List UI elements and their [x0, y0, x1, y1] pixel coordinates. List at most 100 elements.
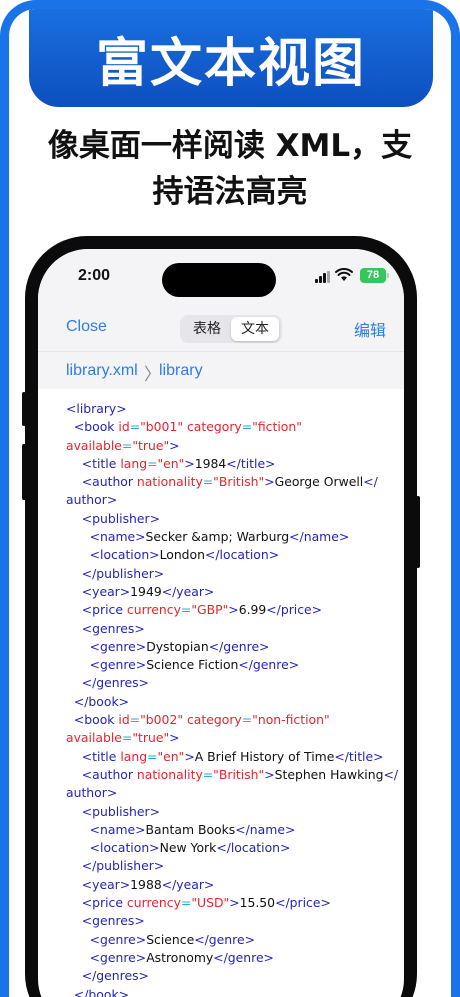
xml-tag: </year> — [161, 583, 215, 599]
breadcrumb-node[interactable]: library — [159, 362, 203, 380]
xml-attribute-name: currency — [126, 895, 181, 911]
xml-line: </book> — [66, 986, 396, 997]
xml-tag: > — [264, 766, 275, 782]
xml-line: </genres> — [66, 967, 396, 985]
xml-tag: <book — [66, 712, 119, 728]
xml-entity: &amp; — [191, 529, 233, 545]
xml-tag: > — [228, 602, 239, 618]
xml-line: </genres> — [66, 674, 396, 692]
xml-line: <price currency="GBP">6.99</price> — [66, 601, 396, 619]
xml-attribute-name: currency — [126, 602, 181, 618]
xml-attribute-name: category — [186, 712, 242, 728]
xml-tag: <genre> — [66, 931, 147, 947]
xml-tag: <genres> — [66, 913, 145, 929]
tab-table[interactable]: 表格 — [183, 317, 231, 341]
xml-attribute-value: "fiction" — [252, 419, 302, 435]
xml-line: <name>Bantam Books</name> — [66, 821, 396, 839]
phone-side-button-right — [416, 496, 420, 568]
xml-line: available="true"> — [66, 729, 396, 747]
xml-tag: <genres> — [66, 620, 145, 636]
xml-equals: = — [241, 419, 253, 435]
xml-text: Astronomy — [146, 949, 214, 965]
xml-attribute-value: "USD" — [191, 895, 230, 911]
xml-tag: <price — [66, 602, 127, 618]
xml-attribute-value: "en" — [157, 455, 185, 471]
xml-tag: <book — [66, 419, 119, 435]
edit-button[interactable]: 编辑 — [354, 317, 386, 341]
xml-tag: <publisher> — [66, 510, 161, 526]
xml-tag: <name> — [66, 529, 146, 545]
xml-line: author> — [66, 491, 396, 509]
xml-line: <publisher> — [66, 803, 396, 821]
xml-attribute-name: id — [118, 712, 130, 728]
xml-line: <author nationality="British">George Orw… — [66, 473, 396, 491]
xml-tag: </genre> — [194, 931, 255, 947]
xml-code-view[interactable]: <library> <book id="b001" category="fict… — [66, 400, 398, 997]
xml-text: 1988 — [130, 876, 162, 892]
xml-tag: <title — [66, 455, 121, 471]
xml-equals: = — [147, 748, 158, 764]
xml-equals: = — [129, 712, 141, 728]
xml-tag: > — [169, 730, 180, 746]
xml-tag: </genres> — [66, 968, 149, 984]
xml-tag: author> — [66, 492, 118, 508]
xml-attribute-name: nationality — [136, 474, 203, 490]
breadcrumb-file[interactable]: library.xml — [66, 362, 138, 380]
xml-tag: </publisher> — [66, 858, 165, 874]
xml-tag: </year> — [161, 876, 215, 892]
xml-attribute-name: lang — [120, 455, 148, 471]
subtitle-line-2: 持语法高亮 — [152, 174, 308, 210]
xml-line: <year>1988</year> — [66, 876, 396, 894]
xml-line: <library> — [66, 400, 396, 418]
status-bar: 2:00 78 — [38, 249, 404, 303]
xml-equals: = — [147, 455, 158, 471]
xml-tag: </title> — [334, 748, 384, 764]
xml-attribute-name: id — [118, 419, 130, 435]
banner-title: 富文本视图 — [95, 33, 366, 94]
xml-tag: <name> — [66, 821, 146, 837]
xml-attribute-value: "en" — [157, 748, 185, 764]
xml-line: <book id="b002" category="non-fiction" — [66, 711, 396, 729]
xml-tag: </price> — [266, 602, 323, 618]
xml-tag: <genre> — [66, 638, 147, 654]
xml-tag: author> — [66, 785, 118, 801]
xml-attribute-name: category — [186, 419, 242, 435]
xml-equals: = — [180, 895, 192, 911]
xml-line: <book id="b001" category="fiction" — [66, 418, 396, 436]
xml-tag: </genre> — [208, 638, 270, 654]
xml-line: <title lang="en">A Brief History of Time… — [66, 748, 396, 766]
xml-tag: <author — [66, 474, 137, 490]
promo-subtitle: 像桌面一样阅读 XML，支 持语法高亮 — [9, 123, 451, 215]
xml-tag: <price — [66, 895, 127, 911]
xml-attribute-value: "British" — [213, 766, 265, 782]
xml-line: </book> — [66, 693, 396, 711]
xml-tag: </book> — [66, 986, 130, 997]
xml-line: <genres> — [66, 620, 396, 638]
xml-text: New York — [159, 840, 217, 856]
xml-equals: = — [129, 419, 141, 435]
xml-text: 15.50 — [239, 895, 276, 911]
tab-text[interactable]: 文本 — [231, 317, 279, 341]
xml-tag: <library> — [66, 401, 127, 416]
breadcrumb: library.xml 〉 library — [38, 351, 404, 389]
xml-equals: = — [180, 602, 192, 618]
xml-tag: </publisher> — [66, 565, 165, 581]
phone-screen: 2:00 78 Close 表格 文本 编辑 library.xml 〉 lib… — [38, 249, 404, 997]
xml-equals: = — [202, 766, 214, 782]
xml-tag: > — [184, 455, 195, 471]
phone-side-button-left-2 — [22, 444, 26, 500]
phone-side-button-left-1 — [22, 392, 26, 426]
xml-line: <year>1949</year> — [66, 583, 396, 601]
xml-tag: </name> — [235, 821, 296, 837]
xml-tag: <genre> — [66, 949, 147, 965]
xml-text: Bantam Books — [145, 821, 236, 837]
close-button[interactable]: Close — [66, 318, 107, 336]
xml-tag: </price> — [275, 895, 331, 911]
xml-line: <price currency="USD">15.50</price> — [66, 894, 396, 912]
dynamic-island — [162, 263, 276, 297]
xml-tag: > — [184, 748, 195, 764]
xml-attribute-value: "b002" — [140, 712, 184, 728]
xml-line: <publisher> — [66, 510, 396, 528]
xml-equals: = — [121, 437, 133, 453]
cellular-signal-icon — [315, 271, 331, 283]
